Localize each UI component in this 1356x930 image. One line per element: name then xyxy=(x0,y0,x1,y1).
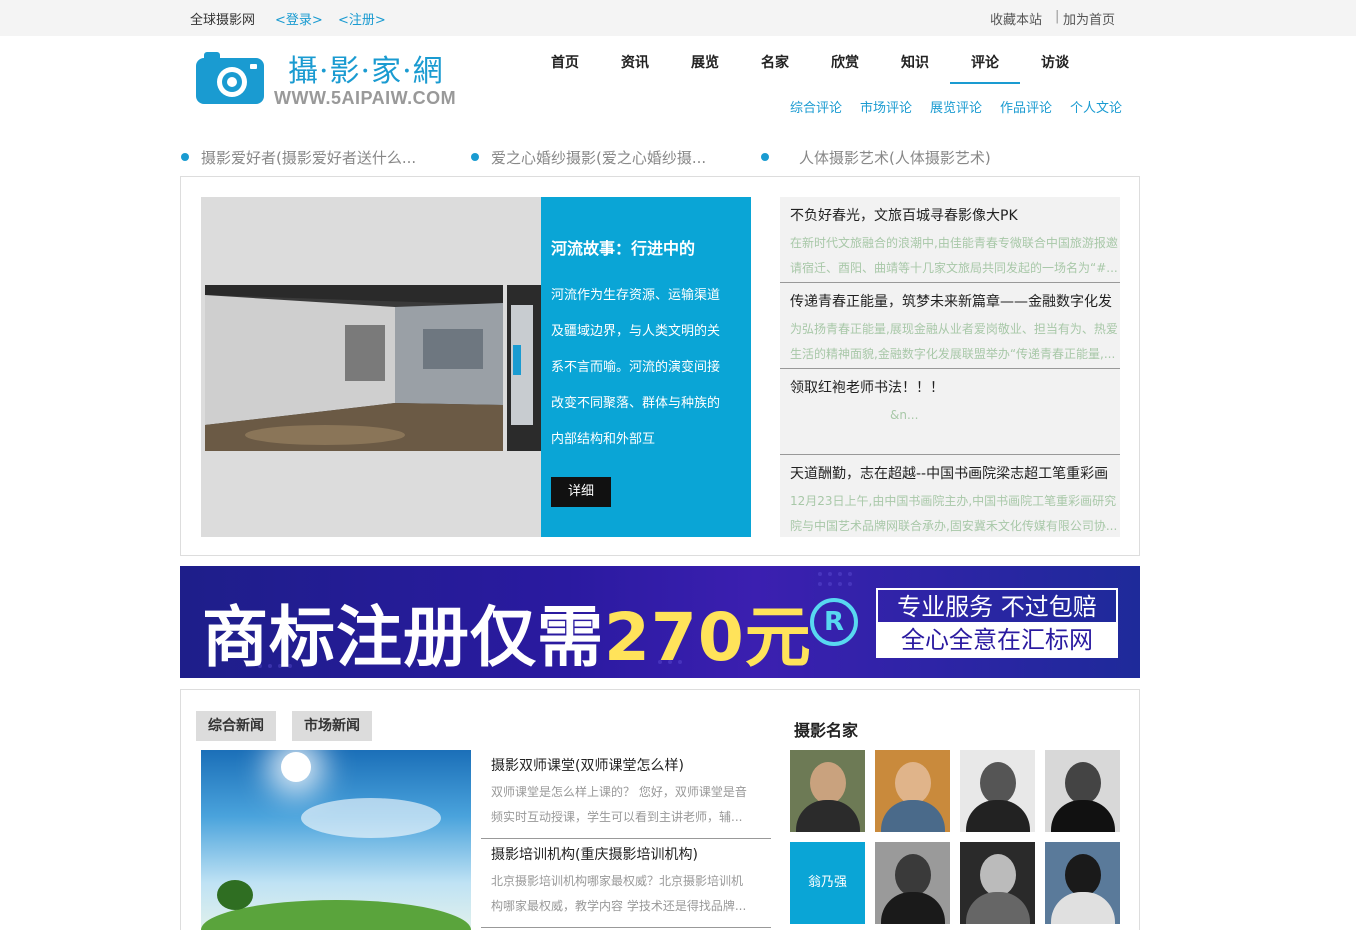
subnav-personal-essay[interactable]: 个人文论 xyxy=(1070,97,1122,116)
famous-photographers-heading: 摄影名家 xyxy=(794,721,859,740)
avatar-body xyxy=(796,800,860,832)
news-item[interactable]: 传递青春正能量，筑梦未来新篇章——金融数字化发 为弘扬青春正能量,展现金融从业者… xyxy=(780,283,1120,369)
subnav-work-review[interactable]: 作品评论 xyxy=(1000,97,1052,116)
list-item-summary: 北京摄影培训机构哪家最权威？北京摄影培训机构哪家最权威，教学内容 学技术还是得找… xyxy=(491,874,747,913)
banner-slogan-line1: 专业服务 不过包赔 xyxy=(878,590,1116,624)
avatar-head xyxy=(810,762,846,804)
nav-masters[interactable]: 名家 xyxy=(740,52,810,72)
news-title[interactable]: 传递青春正能量，筑梦未来新篇章——金融数字化发 xyxy=(790,291,1112,311)
avatar-body xyxy=(966,892,1030,924)
set-home-link[interactable]: 加为首页 xyxy=(1063,9,1115,28)
photographer-avatar[interactable] xyxy=(875,750,950,832)
photographer-avatar[interactable] xyxy=(1045,842,1120,924)
bullet-icon xyxy=(761,153,769,161)
news-summary: 为弘扬青春正能量,展现金融从业者爱岗敬业、担当有为、热爱生活的精神面貌,金融数字… xyxy=(790,322,1118,361)
photographer-avatar[interactable] xyxy=(960,750,1035,832)
tab-general-news[interactable]: 综合新闻 xyxy=(196,711,276,741)
news-item[interactable]: 不负好春光，文旅百城寻春影像大PK 在新时代文旅融合的浪潮中,由佳能青春专微联合… xyxy=(780,197,1120,283)
avatar-body xyxy=(1051,800,1115,832)
list-item-title[interactable]: 摄影培训机构(重庆摄影培训机构) xyxy=(491,844,698,864)
bullet-icon xyxy=(181,153,189,161)
nav-home[interactable]: 首页 xyxy=(530,52,600,72)
avatar-head xyxy=(980,854,1016,896)
banner-slogan-box: 专业服务 不过包赔 全心全意在汇标网 xyxy=(876,588,1118,658)
exhibition-photo-2[interactable] xyxy=(507,285,541,451)
news-summary: 12月23日上午,由中国书画院主办,中国书画院工笔重彩画研究院与中国艺术品牌网联… xyxy=(790,494,1118,533)
news-item[interactable]: 天道酬勤，志在超越--中国书画院梁志超工笔重彩画 12月23日上午,由中国书画院… xyxy=(780,455,1120,541)
login-link[interactable]: <登录> xyxy=(275,9,323,28)
registered-mark-icon: R xyxy=(810,598,858,646)
banner-text: 商标注册仅需 xyxy=(202,599,604,676)
list-item[interactable]: 摄影双师课堂(双师课堂怎么样) 双师课堂是怎么样上课的？ 您好，双师课堂是音频实… xyxy=(481,750,771,839)
news-summary: &n... xyxy=(890,408,919,422)
featured-panel: 河流故事：行进中的 河流作为生存资源、运输渠道及疆域边界，与人类文明的关系不言而… xyxy=(541,197,751,537)
ticker-item[interactable]: 爱之心婚纱摄影(爱之心婚纱摄... xyxy=(491,147,706,168)
avatar-head xyxy=(1065,762,1101,804)
favorite-link[interactable]: 收藏本站 xyxy=(990,9,1042,28)
photographer-avatar[interactable] xyxy=(1045,750,1120,832)
featured-gallery[interactable] xyxy=(201,197,541,537)
photographer-avatar[interactable] xyxy=(960,842,1035,924)
nav-review[interactable]: 评论 xyxy=(950,52,1020,72)
banner-price: 270元 xyxy=(604,599,812,676)
banner-headline: 商标注册仅需270元 xyxy=(202,584,812,678)
news-title[interactable]: 不负好春光，文旅百城寻春影像大PK xyxy=(790,205,1018,225)
news-summary: 在新时代文旅融合的浪潮中,由佳能青春专微联合中国旅游报邀请宿迁、酉阳、曲靖等十几… xyxy=(790,236,1118,275)
news-item[interactable]: 领取红袍老师书法！！！ &n... xyxy=(780,369,1120,455)
featured-title[interactable]: 河流故事：行进中的 xyxy=(551,235,695,259)
register-link[interactable]: <注册> xyxy=(338,9,386,28)
bullet-icon xyxy=(471,153,479,161)
subnav-exhibition-review[interactable]: 展览评论 xyxy=(930,97,982,116)
photographer-name-tile[interactable]: 翁乃强 xyxy=(790,842,865,924)
avatar-head xyxy=(1065,854,1101,896)
ticker-item[interactable]: 摄影爱好者(摄影爱好者送什么... xyxy=(201,147,416,168)
tab-market-news[interactable]: 市场新闻 xyxy=(292,711,372,741)
featured-description: 河流作为生存资源、运输渠道及疆域边界，与人类文明的关系不言而喻。河流的演变间接改… xyxy=(551,288,721,447)
news-title[interactable]: 领取红袍老师书法！！！ xyxy=(790,377,944,397)
avatar-body xyxy=(966,800,1030,832)
nav-interview[interactable]: 访谈 xyxy=(1020,52,1090,72)
nav-knowledge[interactable]: 知识 xyxy=(880,52,950,72)
news-list: 不负好春光，文旅百城寻春影像大PK 在新时代文旅融合的浪潮中,由佳能青春专微联合… xyxy=(780,197,1120,537)
list-item-title[interactable]: 摄影双师课堂(双师课堂怎么样) xyxy=(491,755,684,775)
avatar-head xyxy=(895,762,931,804)
top-bar: 全球摄影网 <登录> <注册> 收藏本站 | 加为首页 xyxy=(0,0,1356,36)
logo-title[interactable]: 攝·影·家·網 xyxy=(288,46,444,90)
sun-shape xyxy=(281,752,311,782)
photographer-avatar[interactable] xyxy=(875,842,950,924)
detail-button[interactable]: 详细 xyxy=(551,477,611,507)
exhibition-photo[interactable] xyxy=(205,285,503,451)
list-item[interactable]: 摄影培训机构(重庆摄影培训机构) 北京摄影培训机构哪家最权威？北京摄影培训机构哪… xyxy=(481,839,771,928)
avatar-body xyxy=(1051,892,1115,924)
subnav-market-review[interactable]: 市场评论 xyxy=(860,97,912,116)
news-thumbnail[interactable] xyxy=(201,750,471,930)
camera-icon[interactable] xyxy=(196,50,264,104)
subnav-general-review[interactable]: 综合评论 xyxy=(790,97,842,116)
logo-url: WWW.5AIPAIW.COM xyxy=(274,88,457,108)
nav-appreciation[interactable]: 欣赏 xyxy=(810,52,880,72)
avatar-head xyxy=(980,762,1016,804)
avatar-head xyxy=(895,854,931,896)
photographer-avatar[interactable] xyxy=(790,750,865,832)
nav-exhibition[interactable]: 展览 xyxy=(670,52,740,72)
tree-shape xyxy=(217,880,253,910)
list-item-summary: 双师课堂是怎么样上课的？ 您好，双师课堂是音频实时互动授课，学生可以看到主讲老师… xyxy=(491,785,747,824)
site-name: 全球摄影网 xyxy=(190,13,256,28)
nav-news[interactable]: 资讯 xyxy=(600,52,670,72)
ticker-item[interactable]: 人体摄影艺术(人体摄影艺术) xyxy=(799,147,991,168)
top-separator: | xyxy=(1055,9,1060,24)
news-title[interactable]: 天道酬勤，志在超越--中国书画院梁志超工笔重彩画 xyxy=(790,463,1108,483)
nav-active-indicator xyxy=(950,82,1020,84)
banner-slogan-line2: 全心全意在汇标网 xyxy=(878,624,1116,656)
avatar-body xyxy=(881,800,945,832)
avatar-body xyxy=(881,892,945,924)
cloud-shape xyxy=(301,798,441,838)
ad-banner[interactable]: 商标注册仅需270元 R 专业服务 不过包赔 全心全意在汇标网 xyxy=(180,566,1140,678)
